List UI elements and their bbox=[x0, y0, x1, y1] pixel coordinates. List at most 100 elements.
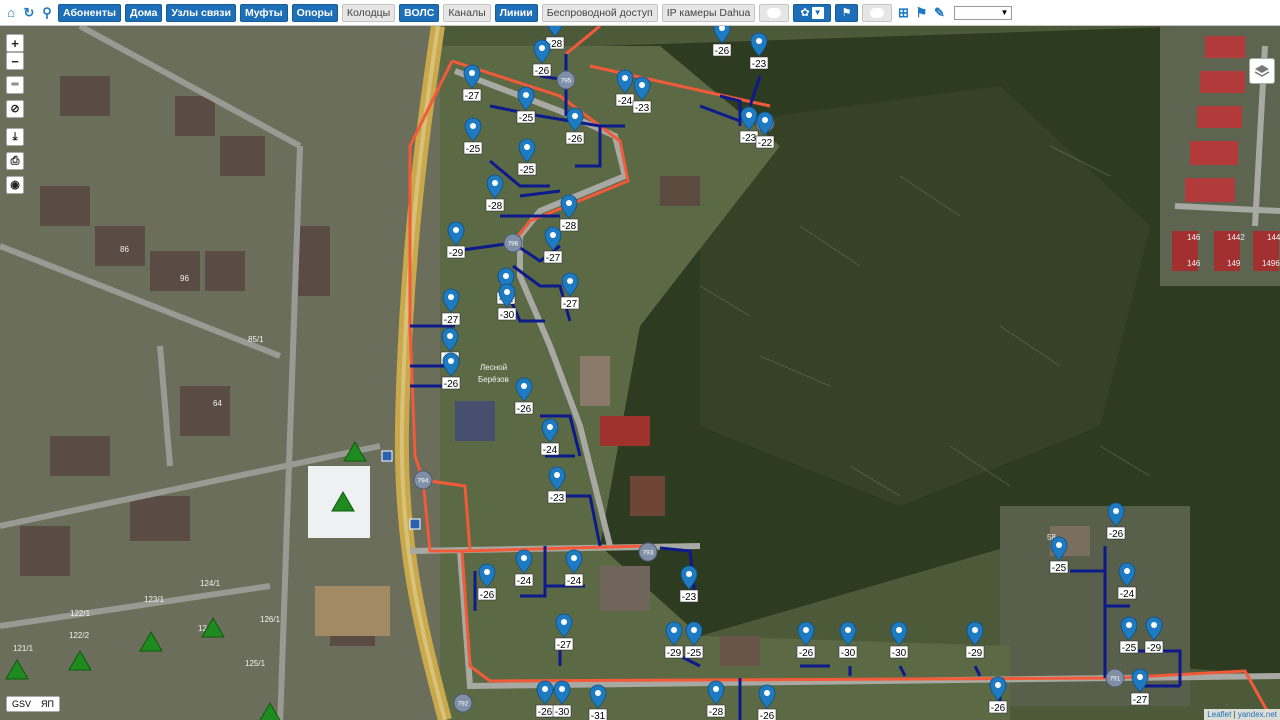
map-pin-hole bbox=[845, 627, 851, 633]
network-node[interactable]: 793 bbox=[638, 542, 658, 562]
signal-level-label: -23 bbox=[550, 493, 565, 504]
zoom-in-button[interactable]: + bbox=[6, 34, 24, 52]
filter-button-couplings[interactable]: Муфты bbox=[239, 3, 288, 22]
pencil-icon[interactable]: ✎ bbox=[932, 6, 946, 20]
tag-button[interactable]: ⚑ bbox=[834, 3, 859, 22]
search-icon[interactable]: ⚲ bbox=[40, 6, 54, 20]
filter-button-subscribers[interactable]: Абоненты bbox=[58, 3, 121, 22]
map-pin-hole bbox=[539, 45, 545, 51]
map-text-label: 124/1 bbox=[200, 579, 221, 588]
signal-level-label: -24 bbox=[567, 576, 582, 587]
map-pin-hole bbox=[567, 278, 573, 284]
signal-level-label: -28 bbox=[709, 707, 724, 718]
eye-slash-icon: ⊘ bbox=[10, 102, 20, 115]
map-pin-hole bbox=[572, 113, 578, 119]
yandex-link[interactable]: yandex.net bbox=[1238, 710, 1277, 719]
map-pin-hole bbox=[559, 686, 565, 692]
toggle-button-blank-1[interactable] bbox=[759, 3, 790, 22]
toggle-button-blank-2[interactable] bbox=[862, 3, 893, 22]
network-node[interactable]: 796 bbox=[503, 233, 523, 253]
map-pin-hole bbox=[691, 627, 697, 633]
node-id-label: 791 bbox=[1110, 676, 1121, 683]
download-button[interactable]: ⤓ bbox=[6, 128, 24, 146]
map-pin-hole bbox=[542, 686, 548, 692]
map-attribution: Leaflet | yandex.net bbox=[1204, 709, 1280, 720]
bus-stop-icon bbox=[381, 450, 393, 462]
provider-gsv[interactable]: GSV bbox=[7, 697, 36, 711]
map-pin-hole bbox=[1124, 568, 1130, 574]
map-pin-hole bbox=[521, 555, 527, 561]
node-id-label: 795 bbox=[561, 78, 572, 85]
map-text-label: 64 bbox=[213, 399, 222, 408]
signal-level-label: -23 bbox=[682, 592, 697, 603]
filter-button-lines[interactable]: Линии bbox=[494, 3, 538, 22]
signal-level-label: -26 bbox=[568, 134, 583, 145]
signal-level-label: -25 bbox=[687, 648, 702, 659]
node-id-label: 796 bbox=[508, 241, 519, 248]
map-pin-hole bbox=[686, 571, 692, 577]
layer-select[interactable]: ▼ bbox=[954, 5, 1013, 20]
layers-control-button[interactable] bbox=[1249, 58, 1275, 84]
tag-small-icon[interactable]: ⚑ bbox=[914, 6, 928, 20]
map-pin-hole bbox=[523, 92, 529, 98]
signal-level-label: -25 bbox=[519, 113, 534, 124]
filter-button-fiber[interactable]: ВОЛС bbox=[399, 3, 440, 22]
map-text-label: 96 bbox=[180, 274, 189, 283]
signal-level-label: -23 bbox=[635, 103, 650, 114]
measure-button[interactable]: ═ bbox=[6, 76, 24, 94]
filter-button-poles[interactable]: Опоры bbox=[291, 3, 338, 22]
signal-level-label: -26 bbox=[991, 703, 1006, 714]
map-pin-hole bbox=[639, 82, 645, 88]
signal-level-label: -22 bbox=[758, 138, 773, 149]
refresh-icon[interactable]: ↻ bbox=[22, 6, 36, 20]
signal-level-label: -26 bbox=[538, 707, 553, 718]
map-text-label: 123/1 bbox=[144, 595, 165, 604]
locate-button[interactable]: ◉ bbox=[6, 176, 24, 194]
map-pin-hole bbox=[803, 627, 809, 633]
map-pin-hole bbox=[547, 424, 553, 430]
map-canvas[interactable]: ЛеснойБерёзов58146144214461461491496124/… bbox=[0, 26, 1280, 720]
zoom-out-button[interactable]: − bbox=[6, 52, 24, 70]
filter-button-wells[interactable]: Колодцы bbox=[341, 3, 396, 22]
leaflet-link[interactable]: Leaflet bbox=[1207, 710, 1231, 719]
map-pin-hole bbox=[995, 682, 1001, 688]
signal-level-label: -26 bbox=[1109, 529, 1124, 540]
network-node[interactable]: 794 bbox=[413, 470, 433, 490]
filter-button-nodes[interactable]: Узлы связи bbox=[166, 3, 236, 22]
hide-button[interactable]: ⊘ bbox=[6, 100, 24, 118]
network-node[interactable]: 791 bbox=[1105, 668, 1125, 688]
map[interactable]: ЛеснойБерёзов58146144214461461491496124/… bbox=[0, 26, 1280, 720]
provider-yap[interactable]: ЯП bbox=[36, 697, 59, 711]
map-pin-hole bbox=[484, 569, 490, 575]
filter-button-ip-cameras[interactable]: IP камеры Dahua bbox=[661, 3, 756, 22]
home-icon[interactable]: ⌂ bbox=[4, 6, 18, 20]
bus-stop-icon bbox=[409, 518, 421, 530]
map-pin-hole bbox=[746, 112, 752, 118]
signal-level-label: -27 bbox=[563, 299, 578, 310]
filter-button-houses[interactable]: Дома bbox=[124, 3, 163, 22]
map-pin-hole bbox=[470, 123, 476, 129]
construction-site bbox=[315, 586, 390, 636]
signal-level-label: -26 bbox=[480, 590, 495, 601]
network-node[interactable]: 795 bbox=[556, 70, 576, 90]
plus-square-icon[interactable]: ⊞ bbox=[896, 6, 910, 20]
map-pin-icon: ◉ bbox=[10, 178, 20, 191]
signal-level-label: -26 bbox=[517, 404, 532, 415]
network-node[interactable]: 792 bbox=[453, 693, 473, 713]
signal-level-label: -26 bbox=[535, 66, 550, 77]
map-pin-hole bbox=[713, 686, 719, 692]
map-pin-hole bbox=[1056, 542, 1062, 548]
signal-level-label: -31 bbox=[591, 711, 606, 720]
filter-button-wireless[interactable]: Беспроводной доступ bbox=[541, 3, 658, 22]
node-id-label: 792 bbox=[458, 701, 469, 708]
paw-dropdown-button[interactable]: ✿ ▼ bbox=[793, 3, 831, 22]
signal-level-label: -25 bbox=[466, 144, 481, 155]
signal-level-label: -29 bbox=[667, 648, 682, 659]
map-text-label: 125/1 bbox=[245, 659, 266, 668]
filter-button-channels[interactable]: Каналы bbox=[443, 3, 491, 22]
tag-icon: ⚑ bbox=[841, 7, 852, 19]
map-pin-hole bbox=[448, 358, 454, 364]
map-text-label: 146 bbox=[1187, 233, 1201, 242]
map-pin-hole bbox=[1151, 622, 1157, 628]
print-button[interactable]: ⎙ bbox=[6, 152, 24, 170]
